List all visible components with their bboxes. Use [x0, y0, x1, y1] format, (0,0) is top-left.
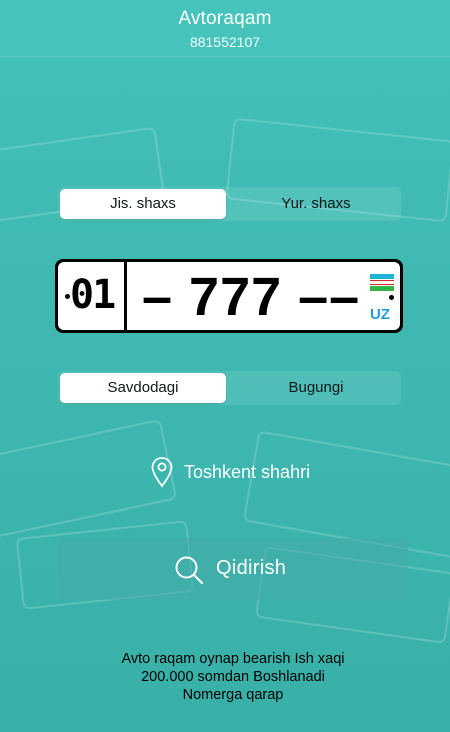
search-icon [175, 556, 204, 585]
search-button[interactable]: Qidirish [58, 538, 408, 600]
segment-today[interactable]: Bugungi [233, 373, 399, 403]
plate-region: 01 [58, 262, 127, 330]
footer-line: Nomerga qarap [182, 687, 284, 703]
contact-phone: 881552107 [189, 34, 261, 50]
segment-on-sale[interactable]: Savdodagi [60, 373, 226, 403]
app-header: Avtoraqam 881552107 [0, 0, 450, 56]
segment-legal-entity[interactable]: Yur. shaxs [233, 189, 399, 219]
app-title: Avtoraqam [178, 8, 272, 29]
search-button-label: Qidirish [216, 557, 287, 579]
plate-number: – 777 –– [142, 267, 361, 327]
footer-line: Avto raqam oynap bearish Ish xaqi [121, 651, 345, 667]
background [0, 0, 450, 732]
plate-country-code: UZ [370, 306, 390, 323]
footer-line: 200.000 somdan Boshlanadi [141, 669, 325, 685]
listing-type-segmented-control: Savdodagi Bugungi [58, 371, 401, 405]
location-label: Toshkent shahri [184, 462, 311, 482]
uzbekistan-flag-icon [370, 274, 394, 292]
owner-type-segmented-control: Jis. shaxs Yur. shaxs [58, 187, 401, 221]
footer-info: Avto raqam oynap bearish Ish xaqi 200.00… [0, 650, 450, 704]
segment-individual[interactable]: Jis. shaxs [60, 189, 226, 219]
license-plate[interactable]: 01 – 777 –– UZ [55, 259, 403, 333]
plate-region-code: 01 [70, 272, 116, 318]
location-pin-icon [151, 457, 173, 488]
